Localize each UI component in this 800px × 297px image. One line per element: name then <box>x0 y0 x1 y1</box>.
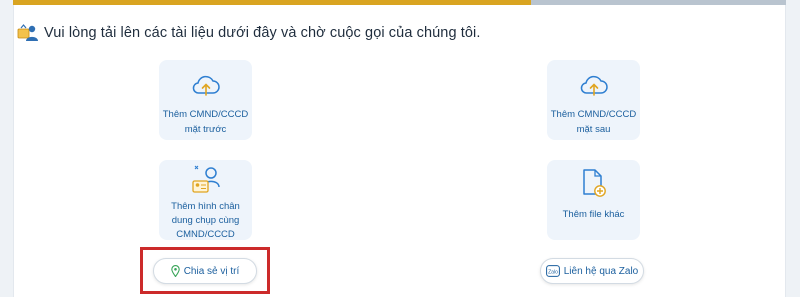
left-frame <box>0 0 13 297</box>
contact-zalo-button[interactable]: Zalo Liên hệ qua Zalo <box>540 258 644 284</box>
cloud-upload-icon <box>579 74 609 101</box>
person-id-card-icon <box>190 164 222 199</box>
right-frame <box>786 0 800 297</box>
upload-portrait-label-1: Thêm hình chân <box>171 201 240 212</box>
cloud-upload-icon <box>191 74 221 101</box>
contact-zalo-label: Liên hệ qua Zalo <box>563 265 639 277</box>
file-add-icon <box>580 168 608 203</box>
upload-id-back-label-1: Thêm CMND/CCCD <box>550 109 637 120</box>
upload-id-back-label-2: mặt sau <box>576 124 611 135</box>
zalo-icon: Zalo <box>545 265 560 277</box>
upload-id-back-button[interactable]: Thêm CMND/CCCD mặt sau <box>547 60 640 140</box>
instruction-text: Vui lòng tải lên các tài liệu dưới đây v… <box>44 25 481 41</box>
upload-panel <box>13 0 786 297</box>
progress-fill <box>13 0 531 5</box>
progress-bar <box>13 0 786 5</box>
upload-id-front-label-2: mặt trước <box>184 124 227 135</box>
upload-other-file-button[interactable]: Thêm file khác <box>547 160 640 240</box>
user-upload-icon <box>17 24 39 42</box>
upload-portrait-with-id-button[interactable]: Thêm hình chân dung chụp cùng CMND/CCCD <box>159 160 252 240</box>
upload-other-file-label: Thêm file khác <box>562 209 625 220</box>
instruction: Vui lòng tải lên các tài liệu dưới đây v… <box>17 22 481 44</box>
svg-text:Zalo: Zalo <box>548 269 558 275</box>
upload-id-front-button[interactable]: Thêm CMND/CCCD mặt trước <box>159 60 252 140</box>
upload-portrait-label-2: dung chụp cùng <box>171 215 240 226</box>
upload-id-front-label-1: Thêm CMND/CCCD <box>162 109 249 120</box>
upload-portrait-label-3: CMND/CCCD <box>176 229 235 240</box>
highlight-annotation <box>140 247 270 294</box>
